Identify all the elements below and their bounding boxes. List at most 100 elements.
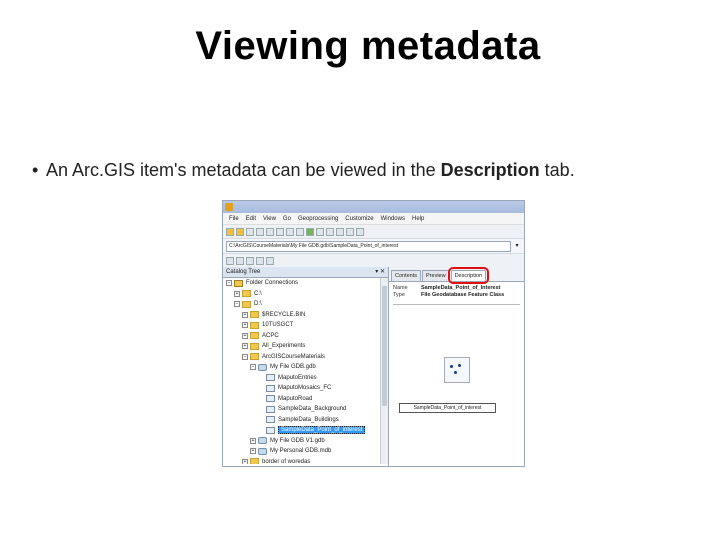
tree-item[interactable]: + border of woredas bbox=[223, 457, 381, 464]
tree-item[interactable]: + C:\ bbox=[223, 289, 381, 300]
tab-description[interactable]: Description bbox=[447, 267, 490, 284]
pan-icon[interactable] bbox=[246, 256, 254, 265]
metadata-value: File Geodatabase Feature Class bbox=[421, 292, 505, 298]
tree-item[interactable]: − ArcGISCourseMaterials bbox=[223, 352, 381, 363]
search-icon[interactable] bbox=[326, 227, 334, 236]
tree-item-label: SampleData_Buildings bbox=[278, 416, 339, 423]
tree-item-label: MaputoRoad bbox=[278, 395, 313, 402]
geography-toolbar bbox=[223, 254, 524, 268]
bullet-text: • An Arc.GIS item's metadata can be viewe… bbox=[32, 160, 575, 181]
details-icon[interactable] bbox=[296, 227, 304, 236]
identify-icon[interactable] bbox=[266, 256, 274, 265]
tree-item[interactable]: SampleData_Point_of_interest bbox=[223, 425, 381, 436]
item-view-pane: Contents Preview Description Name SampleDat… bbox=[389, 267, 524, 466]
connect-folder-icon[interactable] bbox=[236, 227, 244, 236]
feature-class-icon bbox=[266, 374, 275, 382]
tree-item-label: SampleData_Background bbox=[278, 406, 347, 413]
tree-scrollbar[interactable] bbox=[380, 278, 388, 464]
metadata-divider bbox=[393, 304, 520, 305]
launch-arcmap-icon[interactable] bbox=[306, 227, 314, 236]
thumbnail-point bbox=[454, 371, 457, 374]
slide-title: Viewing metadata bbox=[195, 24, 541, 68]
tab-preview[interactable]: Preview bbox=[422, 270, 450, 281]
expand-icon[interactable]: + bbox=[242, 343, 248, 350]
window-titlebar[interactable] bbox=[223, 201, 524, 213]
expand-icon[interactable]: + bbox=[234, 290, 240, 297]
tree-item[interactable]: + My Personal GDB.mdb bbox=[223, 446, 381, 457]
tree-item[interactable]: + $RECYCLE.BIN bbox=[223, 310, 381, 321]
feature-class-icon bbox=[266, 416, 275, 424]
catalog-tree-title: Catalog Tree bbox=[226, 269, 261, 275]
folder-connection-icon bbox=[234, 279, 243, 287]
tree-item[interactable]: MaputoMosaics_FC bbox=[223, 383, 381, 394]
tree-item[interactable]: − D:\ bbox=[223, 299, 381, 310]
tree-item[interactable]: MaputoEntries bbox=[223, 373, 381, 384]
copy-icon[interactable] bbox=[246, 227, 254, 236]
large-icons-icon[interactable] bbox=[276, 227, 284, 236]
python-icon[interactable] bbox=[346, 227, 354, 236]
tree-item-label: ACPC bbox=[262, 332, 279, 339]
collapse-icon[interactable]: − bbox=[234, 301, 240, 308]
delete-icon[interactable] bbox=[266, 227, 274, 236]
tree-item[interactable]: + My File GDB V1.gdb bbox=[223, 436, 381, 447]
location-dropdown-icon[interactable]: ▾ bbox=[513, 242, 521, 250]
arctoolbox-icon[interactable] bbox=[336, 227, 344, 236]
catalog-tree-pane: Catalog Tree ▾ ✕ − Folder Connections + C:\… bbox=[223, 267, 389, 466]
folder-icon bbox=[250, 342, 259, 350]
list-icon[interactable] bbox=[286, 227, 294, 236]
menu-item-geoprocessing[interactable]: Geoprocessing bbox=[298, 216, 338, 222]
tree-item[interactable]: SampleData_Background bbox=[223, 404, 381, 415]
paste-icon[interactable] bbox=[256, 227, 264, 236]
menu-item-help[interactable]: Help bbox=[412, 216, 424, 222]
tree-item[interactable]: SampleData_Buildings bbox=[223, 415, 381, 426]
tree-item[interactable]: + All_Experiments bbox=[223, 341, 381, 352]
collapse-icon[interactable]: − bbox=[250, 364, 256, 371]
thumbnail-point bbox=[450, 365, 453, 368]
tree-scrollbar-thumb[interactable] bbox=[382, 286, 387, 406]
tab-contents[interactable]: Contents bbox=[391, 270, 422, 281]
tree-item[interactable]: − My File GDB.gdb bbox=[223, 362, 381, 373]
zoom-in-icon[interactable] bbox=[226, 256, 234, 265]
metadata-row: Name SampleData_Point_of_Interest bbox=[393, 285, 520, 292]
folder-icon bbox=[242, 300, 251, 308]
tree-item-label: ArcGISCourseMaterials bbox=[262, 353, 326, 360]
collapse-icon[interactable]: − bbox=[242, 353, 248, 360]
menu-item-windows[interactable]: Windows bbox=[381, 216, 405, 222]
up-folder-icon[interactable] bbox=[226, 227, 234, 236]
expand-icon[interactable]: + bbox=[250, 437, 256, 444]
menu-item-edit[interactable]: Edit bbox=[246, 216, 256, 222]
tree-item[interactable]: + ACPC bbox=[223, 331, 381, 342]
folder-icon bbox=[250, 321, 259, 329]
collapse-icon[interactable]: − bbox=[226, 280, 232, 287]
expand-icon[interactable]: + bbox=[242, 322, 248, 329]
expand-icon[interactable]: + bbox=[250, 448, 256, 455]
expand-icon[interactable]: + bbox=[242, 311, 248, 318]
bullet-text-bold: Description bbox=[440, 160, 540, 180]
item-thumbnail bbox=[444, 357, 470, 383]
tree-item-label: C:\ bbox=[254, 290, 262, 297]
tree-item-label: MaputoEntries bbox=[278, 374, 317, 381]
folder-icon bbox=[250, 311, 259, 319]
menu-item-view[interactable]: View bbox=[263, 216, 276, 222]
full-extent-icon[interactable] bbox=[256, 256, 264, 265]
feature-class-icon bbox=[266, 395, 275, 403]
pane-close-icon[interactable]: ▾ ✕ bbox=[375, 267, 385, 277]
menu-item-customize[interactable]: Customize bbox=[345, 216, 373, 222]
zoom-out-icon[interactable] bbox=[236, 256, 244, 265]
menu-item-file[interactable]: File bbox=[229, 216, 239, 222]
tree-item[interactable]: − Folder Connections bbox=[223, 278, 381, 289]
tree-item[interactable]: MaputoRoad bbox=[223, 394, 381, 405]
modelbuilder-icon[interactable] bbox=[356, 227, 364, 236]
thumbnail-caption: SampleData_Point_of_interest bbox=[399, 403, 496, 413]
tree-item[interactable]: +10TUSGCT bbox=[223, 320, 381, 331]
menu-item-go[interactable]: Go bbox=[283, 216, 291, 222]
catalog-window-icon[interactable] bbox=[316, 227, 324, 236]
expand-icon[interactable]: + bbox=[242, 332, 248, 339]
tree-item-label: 10TUSGCT bbox=[262, 322, 294, 329]
expand-icon[interactable]: + bbox=[242, 458, 248, 464]
location-input[interactable]: C:\ArcGIS\CourseMaterials\My File GDB.gd… bbox=[226, 240, 511, 252]
